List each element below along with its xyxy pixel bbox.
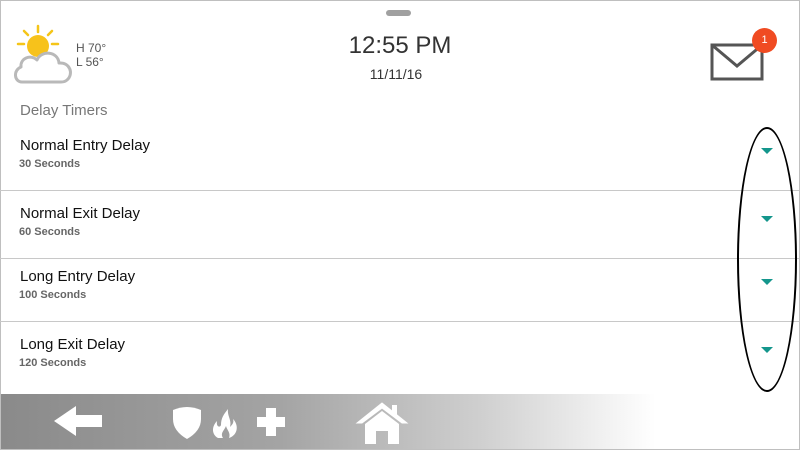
delay-item-long-exit[interactable]: Long Exit Delay 120 Seconds (0, 322, 799, 393)
partly-cloudy-icon (14, 24, 72, 84)
chevron-down-icon[interactable] (761, 279, 773, 285)
pull-down-handle[interactable] (386, 10, 411, 16)
delay-item-value: 120 Seconds (19, 357, 87, 369)
temperature-high: H 70° (76, 41, 107, 55)
chevron-down-icon[interactable] (761, 148, 773, 154)
delay-item-normal-exit[interactable]: Normal Exit Delay 60 Seconds (0, 191, 799, 259)
medical-cross-icon (257, 408, 285, 436)
back-button[interactable] (46, 394, 111, 449)
bottom-nav-bar (1, 394, 799, 449)
delay-item-label: Long Exit Delay (20, 336, 126, 353)
delay-item-label: Normal Exit Delay (20, 205, 141, 222)
chevron-down-icon[interactable] (761, 347, 773, 353)
section-title: Delay Timers (20, 102, 108, 119)
emergency-button[interactable] (166, 394, 296, 449)
delay-item-value: 100 Seconds (19, 289, 87, 301)
delay-item-label: Normal Entry Delay (20, 137, 151, 154)
unread-count-badge: 1 (752, 28, 777, 53)
delay-item-value: 60 Seconds (19, 226, 81, 238)
back-arrow-icon (54, 406, 102, 436)
fire-icon (213, 409, 237, 438)
delay-item-normal-entry[interactable]: Normal Entry Delay 30 Seconds (0, 124, 799, 191)
clock-date: 11/11/16 (369, 66, 423, 82)
weather-widget[interactable]: H 70° L 56° (12, 24, 132, 94)
home-button[interactable] (353, 394, 413, 449)
security-shield-icon (173, 407, 201, 439)
temperature-low: L 56° (76, 55, 104, 69)
delay-item-long-entry[interactable]: Long Entry Delay 100 Seconds (0, 259, 799, 322)
chevron-down-icon[interactable] (761, 216, 773, 222)
home-icon (355, 402, 409, 444)
delay-item-value: 30 Seconds (19, 158, 81, 170)
clock-time: 12:55 PM (348, 32, 452, 59)
delay-item-label: Long Entry Delay (20, 268, 136, 285)
